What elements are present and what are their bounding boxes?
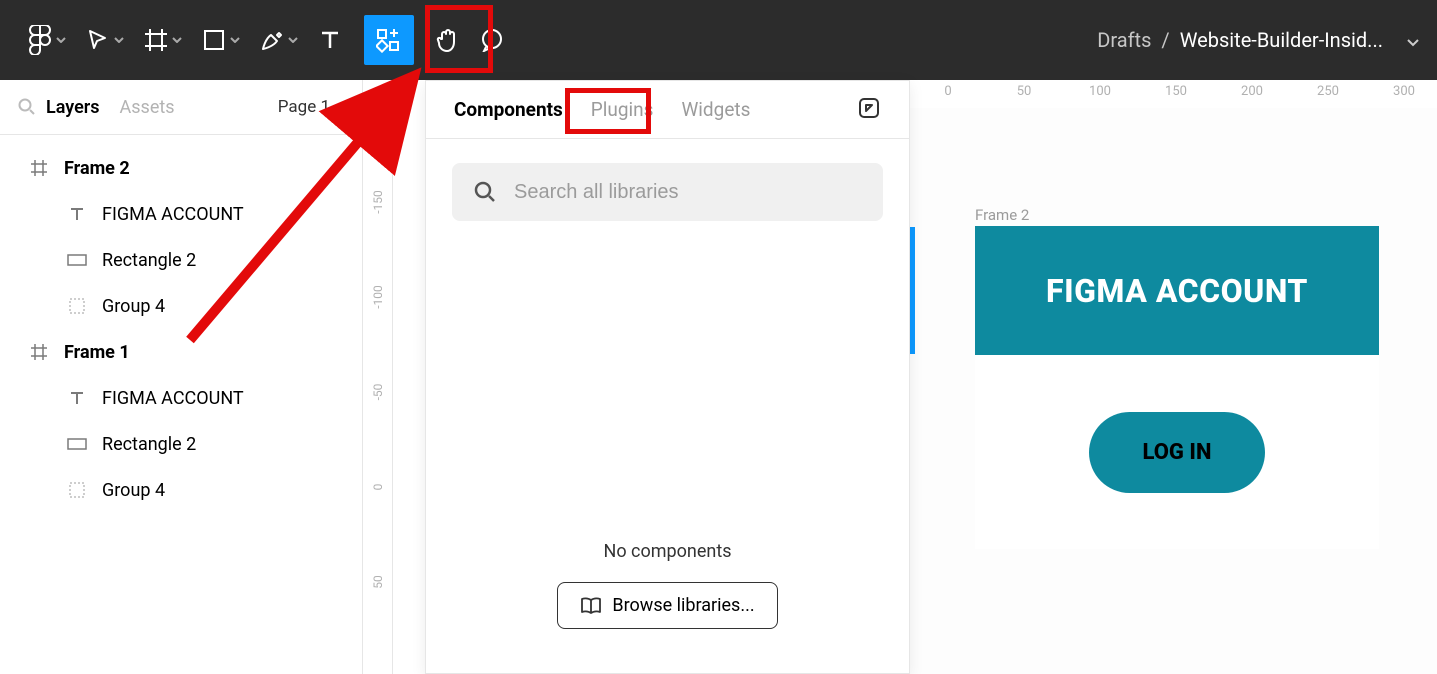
text-icon [66, 203, 88, 225]
search-input-container[interactable] [452, 163, 883, 221]
ruler-tick: 200 [1241, 84, 1263, 99]
canvas[interactable]: Frame 2 FIGMA ACCOUNT LOG IN [910, 108, 1437, 674]
rect-icon [66, 433, 88, 455]
layer-label: Rectangle 2 [102, 434, 196, 455]
tab-assets[interactable]: Assets [120, 97, 175, 118]
chevron-down-icon[interactable] [288, 37, 298, 43]
chevron-down-icon [334, 104, 344, 110]
tab-widgets[interactable]: Widgets [681, 98, 750, 121]
layer-row[interactable]: Group 4 [0, 467, 362, 513]
layer-label: FIGMA ACCOUNT [102, 388, 244, 409]
chevron-down-icon[interactable] [172, 37, 182, 43]
tab-components[interactable]: Components [454, 98, 563, 121]
resources-tool-button[interactable] [364, 15, 414, 65]
chevron-down-icon[interactable] [114, 37, 124, 43]
layer-row[interactable]: Frame 1 [0, 329, 362, 375]
chevron-down-icon[interactable] [1407, 28, 1419, 52]
breadcrumb-drafts[interactable]: Drafts [1097, 28, 1151, 52]
page-selector[interactable]: Page 1 [278, 97, 344, 117]
frame-label[interactable]: Frame 2 [975, 206, 1029, 224]
comment-tool-icon[interactable] [470, 18, 514, 62]
rect-icon [66, 249, 88, 271]
ruler-tick: -200 [371, 95, 385, 119]
search-icon [474, 181, 496, 203]
frame-icon [28, 341, 50, 363]
horizontal-ruler: 0 50 100 150 200 250 300 [910, 80, 1437, 108]
login-button[interactable]: LOG IN [1089, 412, 1266, 493]
layer-label: FIGMA ACCOUNT [102, 204, 244, 225]
left-panel: Layers Assets Page 1 Frame 2 FIGMA ACCOUN… [0, 80, 363, 674]
layer-label: Frame 2 [64, 158, 130, 179]
ruler-tick: 300 [1393, 84, 1415, 99]
chevron-down-icon[interactable] [230, 37, 240, 43]
layer-row[interactable]: Rectangle 2 [0, 421, 362, 467]
group-icon [66, 295, 88, 317]
ruler-tick: 100 [1089, 84, 1111, 99]
browse-libraries-label: Browse libraries... [612, 595, 754, 616]
ruler-tick: 50 [371, 575, 385, 589]
ruler-tick: -150 [371, 190, 385, 214]
ruler-tick: 0 [371, 484, 385, 491]
layer-label: Frame 1 [64, 342, 130, 363]
selection-edge-indicator [910, 227, 915, 354]
tab-layers[interactable]: Layers [46, 97, 100, 118]
layer-row[interactable]: Group 4 [0, 283, 362, 329]
layer-row[interactable]: Frame 2 [0, 145, 362, 191]
group-icon [66, 479, 88, 501]
layer-row[interactable]: FIGMA ACCOUNT [0, 375, 362, 421]
page-label: Page 1 [278, 97, 330, 117]
tab-plugins[interactable]: Plugins [591, 98, 654, 121]
ruler-tick: 150 [1165, 84, 1187, 99]
popout-icon[interactable] [857, 96, 881, 124]
layer-label: Rectangle 2 [102, 250, 196, 271]
search-icon[interactable] [18, 98, 36, 116]
search-input[interactable] [514, 181, 861, 204]
layer-row[interactable]: FIGMA ACCOUNT [0, 191, 362, 237]
frame-icon [28, 157, 50, 179]
ruler-tick: 250 [1317, 84, 1339, 99]
resources-icon [376, 27, 402, 53]
resources-panel: Components Plugins Widgets No components… [425, 80, 910, 674]
breadcrumb-separator: / [1161, 28, 1169, 52]
layer-label: Group 4 [102, 296, 165, 317]
text-icon [66, 387, 88, 409]
toolbar: Drafts / Website-Builder-Insid... [0, 0, 1437, 80]
layer-label: Group 4 [102, 480, 165, 501]
empty-message: No components [426, 541, 909, 562]
vertical-ruler: -200 -150 -100 -50 0 50 [363, 80, 393, 674]
book-icon [580, 597, 602, 615]
layer-tree: Frame 2 FIGMA ACCOUNT Rectangle 2 Group 4 Fr… [0, 135, 362, 513]
breadcrumb-file[interactable]: Website-Builder-Insid... [1180, 28, 1383, 52]
frame-2[interactable]: FIGMA ACCOUNT LOG IN [975, 226, 1379, 549]
ruler-tick: 50 [1017, 84, 1032, 99]
chevron-down-icon[interactable] [56, 37, 66, 43]
ruler-tick: -50 [371, 384, 385, 401]
browse-libraries-button[interactable]: Browse libraries... [557, 582, 777, 629]
banner-text: FIGMA ACCOUNT [975, 226, 1379, 355]
ruler-tick: 0 [944, 84, 951, 99]
ruler-tick: -100 [371, 285, 385, 309]
text-tool-icon[interactable] [308, 18, 352, 62]
layer-row[interactable]: Rectangle 2 [0, 237, 362, 283]
hand-tool-icon[interactable] [426, 18, 470, 62]
